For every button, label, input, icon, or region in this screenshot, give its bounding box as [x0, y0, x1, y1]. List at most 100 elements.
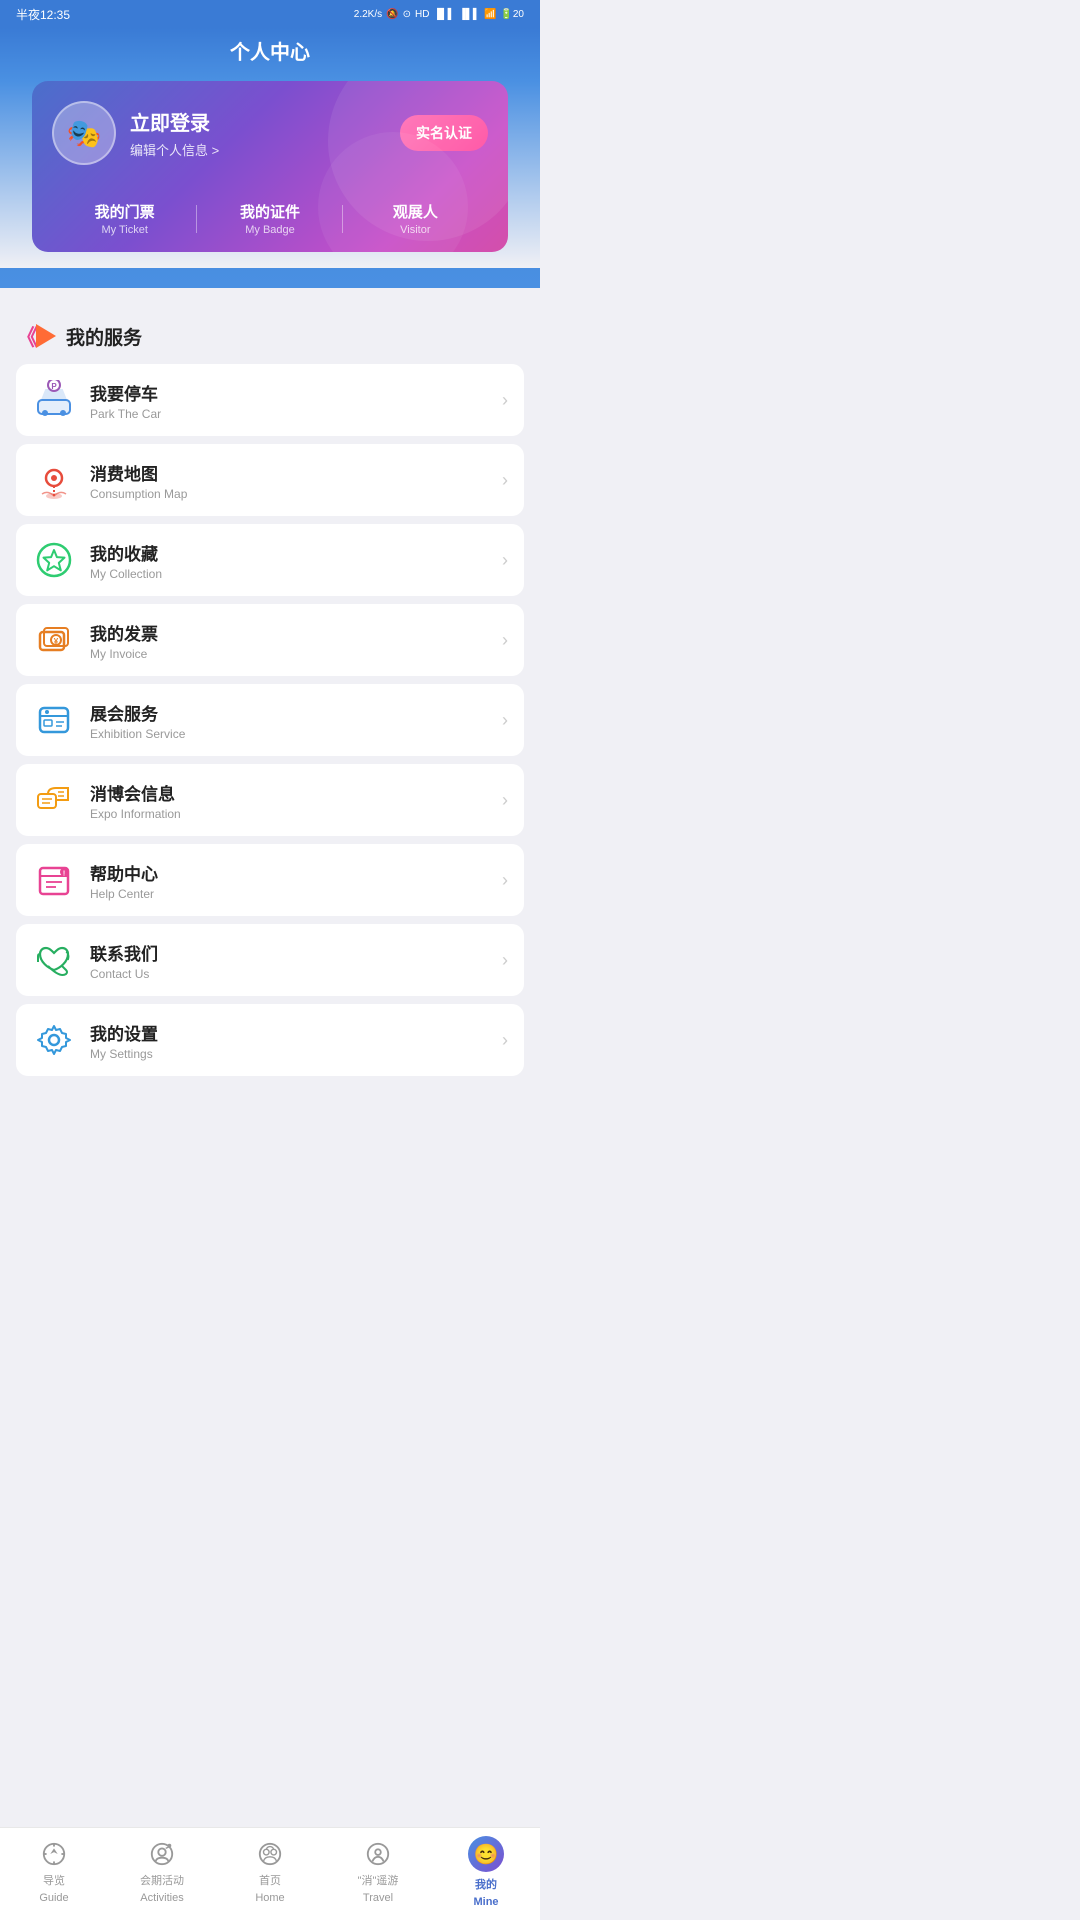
stats-visitor[interactable]: 观展人 Visitor: [343, 201, 488, 236]
map-text: 消费地图 Consumption Map: [90, 460, 502, 501]
nav-item-activities[interactable]: 会期活动 Activities: [108, 1840, 216, 1904]
stats-badge[interactable]: 我的证件 My Badge: [197, 201, 342, 236]
contact-icon-wrap: [32, 938, 76, 982]
collect-arrow: ›: [502, 550, 508, 571]
menu-list: P 我要停车 Park The Car › 消费地图: [0, 364, 540, 1082]
contact-text: 联系我们 Contact Us: [90, 940, 502, 981]
svg-text:!: !: [63, 871, 65, 878]
visitor-label-en: Visitor: [343, 224, 488, 236]
nav-item-mine[interactable]: 😊 我的 Mine: [432, 1836, 540, 1908]
expo-arrow: ›: [502, 790, 508, 811]
park-title-en: Park The Car: [90, 407, 502, 421]
alarm-icon: ⊙: [403, 9, 411, 20]
menu-item-collect[interactable]: 我的收藏 My Collection ›: [16, 524, 524, 596]
ticket-label-zh: 我的门票: [52, 201, 197, 222]
expo-title-en: Expo Information: [90, 807, 502, 821]
mine-label-en: Mine: [473, 1896, 498, 1908]
park-title-zh: 我要停车: [90, 380, 502, 405]
stats-row: 我的门票 My Ticket 我的证件 My Badge 观展人 Visitor: [52, 185, 488, 252]
double-chevron-icon: 《: [16, 320, 38, 352]
home-svg: [257, 1841, 283, 1867]
mine-icon: 😊: [468, 1836, 504, 1872]
avatar-emoji: 🎭: [67, 117, 102, 150]
login-text[interactable]: 立即登录: [130, 107, 219, 136]
contact-icon: [34, 940, 74, 980]
profile-left: 🎭 立即登录 编辑个人信息 >: [52, 101, 219, 165]
nav-item-guide[interactable]: 导览 Guide: [0, 1840, 108, 1904]
invoice-arrow: ›: [502, 630, 508, 651]
settings-title-zh: 我的设置: [90, 1020, 502, 1045]
activities-label-zh: 会期活动: [140, 1872, 184, 1888]
edit-profile-link[interactable]: 编辑个人信息 >: [130, 140, 219, 159]
profile-info: 立即登录 编辑个人信息 >: [130, 107, 219, 159]
status-icons: 2.2K/s 🔕 ⊙ HD ▐▌▌ ▐▌▌ 📶 🔋20: [354, 9, 524, 20]
contact-title-zh: 联系我们: [90, 940, 502, 965]
map-icon: [34, 460, 74, 500]
mine-label-zh: 我的: [475, 1876, 497, 1892]
collect-title-zh: 我的收藏: [90, 540, 502, 565]
battery-icon: 🔋20: [500, 9, 524, 20]
park-icon: P: [34, 380, 74, 420]
nav-item-travel[interactable]: "消"遥游 Travel: [324, 1840, 432, 1904]
menu-item-invoice[interactable]: ¥ 我的发票 My Invoice ›: [16, 604, 524, 676]
guide-label-zh: 导览: [43, 1872, 65, 1888]
home-label-zh: 首页: [259, 1872, 281, 1888]
menu-item-help[interactable]: ! 帮助中心 Help Center ›: [16, 844, 524, 916]
svg-text:¥: ¥: [54, 637, 59, 646]
menu-item-contact[interactable]: 联系我们 Contact Us ›: [16, 924, 524, 996]
real-name-button[interactable]: 实名认证: [400, 115, 488, 151]
map-icon-wrap: [32, 458, 76, 502]
guide-icon: [40, 1840, 68, 1868]
menu-item-park[interactable]: P 我要停车 Park The Car ›: [16, 364, 524, 436]
contact-title-en: Contact Us: [90, 967, 502, 981]
invoice-title-en: My Invoice: [90, 647, 502, 661]
exhibition-title-en: Exhibition Service: [90, 727, 502, 741]
stats-ticket[interactable]: 我的门票 My Ticket: [52, 201, 197, 236]
invoice-icon: ¥: [34, 620, 74, 660]
settings-icon-wrap: [32, 1018, 76, 1062]
mine-emoji: 😊: [474, 1842, 499, 1867]
menu-item-exhibition[interactable]: 展会服务 Exhibition Service ›: [16, 684, 524, 756]
exhibition-arrow: ›: [502, 710, 508, 731]
activities-icon: [148, 1840, 176, 1868]
exhibition-title-zh: 展会服务: [90, 700, 502, 725]
mute-icon: 🔕: [386, 9, 398, 20]
help-arrow: ›: [502, 870, 508, 891]
section-icon: 《: [16, 320, 56, 352]
profile-banner: 🎭 立即登录 编辑个人信息 > 实名认证 我的门票 My Ticket 我的证件…: [32, 81, 508, 252]
page-header: 个人中心: [0, 28, 540, 81]
bottom-nav: 导览 Guide 会期活动 Activities 首: [0, 1827, 540, 1920]
nav-item-home[interactable]: 首页 Home: [216, 1840, 324, 1904]
home-label-en: Home: [255, 1892, 284, 1904]
section-title: 我的服务: [66, 323, 142, 350]
settings-text: 我的设置 My Settings: [90, 1020, 502, 1061]
status-time: 半夜12:35: [16, 6, 70, 23]
settings-icon: [34, 1020, 74, 1060]
guide-label-en: Guide: [39, 1892, 68, 1904]
signal-icon2: ▐▌▌: [459, 9, 480, 20]
contact-arrow: ›: [502, 950, 508, 971]
visitor-label-zh: 观展人: [343, 201, 488, 222]
exhibition-icon-wrap: [32, 698, 76, 742]
guide-svg: [41, 1841, 67, 1867]
profile-top: 🎭 立即登录 编辑个人信息 > 实名认证: [52, 101, 488, 165]
map-arrow: ›: [502, 470, 508, 491]
expo-icon-wrap: [32, 778, 76, 822]
help-title-zh: 帮助中心: [90, 860, 502, 885]
expo-title-zh: 消博会信息: [90, 780, 502, 805]
menu-item-expo[interactable]: 消博会信息 Expo Information ›: [16, 764, 524, 836]
park-icon-wrap: P: [32, 378, 76, 422]
ticket-label-en: My Ticket: [52, 224, 197, 236]
collect-text: 我的收藏 My Collection: [90, 540, 502, 581]
travel-icon: [364, 1840, 392, 1868]
invoice-text: 我的发票 My Invoice: [90, 620, 502, 661]
invoice-title-zh: 我的发票: [90, 620, 502, 645]
expo-text: 消博会信息 Expo Information: [90, 780, 502, 821]
travel-label-en: Travel: [363, 1892, 393, 1904]
activities-label-en: Activities: [140, 1892, 183, 1904]
services-section: 《 我的服务 P 我要停车 Park The Car: [0, 304, 540, 1162]
help-icon: !: [34, 860, 74, 900]
svg-text:P: P: [51, 382, 57, 391]
menu-item-settings[interactable]: 我的设置 My Settings ›: [16, 1004, 524, 1076]
menu-item-map[interactable]: 消费地图 Consumption Map ›: [16, 444, 524, 516]
